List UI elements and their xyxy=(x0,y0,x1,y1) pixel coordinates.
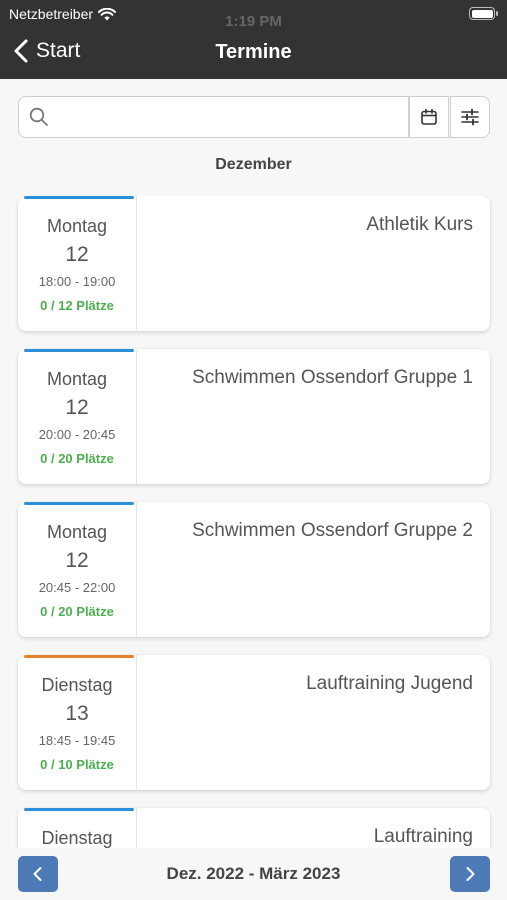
event-title: Athletik Kurs xyxy=(366,214,473,235)
event-time: 20:00 - 20:45 xyxy=(38,427,116,442)
event-date: Montag 12 20:00 - 20:45 0 / 20 Plätze xyxy=(18,349,137,484)
event-seats: 0 / 20 Plätze xyxy=(40,451,114,466)
chevron-right-icon xyxy=(466,867,475,881)
event-date: Montag 12 18:00 - 19:00 0 / 12 Plätze xyxy=(18,196,137,331)
pagination-bar: Dez. 2022 - März 2023 xyxy=(0,848,507,900)
date-range-label: Dez. 2022 - März 2023 xyxy=(166,864,341,883)
event-title: Schwimmen Ossendorf Gruppe 1 xyxy=(192,367,473,388)
event-title: Schwimmen Ossendorf Gruppe 2 xyxy=(192,520,473,541)
event-time: 18:00 - 19:00 xyxy=(38,274,116,289)
event-date-number: 12 xyxy=(65,549,89,572)
search-input[interactable] xyxy=(57,97,408,137)
month-header: Dezember xyxy=(215,156,292,173)
event-time: 18:45 - 19:45 xyxy=(38,733,116,748)
search-row xyxy=(18,96,490,138)
event-accent-bar xyxy=(24,502,134,505)
filter-button[interactable] xyxy=(450,96,490,138)
event-time: 20:45 - 22:00 xyxy=(38,580,116,595)
calendar-icon xyxy=(421,108,437,125)
event-seats: 0 / 20 Plätze xyxy=(40,604,114,619)
event-title: Lauftraining xyxy=(373,826,473,847)
event-seats: 0 / 10 Plätze xyxy=(40,757,114,772)
event-seats: 0 / 12 Plätze xyxy=(40,298,114,313)
status-time: 1:19 PM xyxy=(225,13,282,30)
event-accent-bar xyxy=(24,808,134,811)
event-card[interactable]: Dienstag Lauftraining xyxy=(18,808,490,848)
event-accent-bar xyxy=(24,349,134,352)
calendar-button[interactable] xyxy=(409,96,449,138)
event-date-number: 13 xyxy=(65,702,89,725)
event-accent-bar xyxy=(24,196,134,199)
event-date-number: 12 xyxy=(65,396,89,419)
event-day: Dienstag xyxy=(41,675,113,695)
event-date-number: 12 xyxy=(65,243,89,266)
page-title: Termine xyxy=(215,41,292,63)
event-day: Montag xyxy=(46,216,108,236)
top-bar: Netzbetreiber 1:19 PM Start Termine xyxy=(0,0,507,79)
search-box[interactable] xyxy=(18,96,409,138)
event-title: Lauftraining Jugend xyxy=(306,673,473,694)
event-date: Dienstag 13 18:45 - 19:45 0 / 10 Plätze xyxy=(18,655,137,790)
status-bar: Netzbetreiber 1:19 PM xyxy=(0,0,507,30)
event-card[interactable]: Montag 12 20:45 - 22:00 0 / 20 Plätze Sc… xyxy=(18,502,490,637)
event-card[interactable]: Montag 12 18:00 - 19:00 0 / 12 Plätze At… xyxy=(18,196,490,331)
next-range-button[interactable] xyxy=(450,856,490,892)
event-card[interactable]: Dienstag 13 18:45 - 19:45 0 / 10 Plätze … xyxy=(18,655,490,790)
event-date: Montag 12 20:45 - 22:00 0 / 20 Plätze xyxy=(18,502,137,637)
event-day: Montag xyxy=(46,369,108,389)
event-day: Dienstag xyxy=(41,828,113,848)
event-list: Montag 12 18:00 - 19:00 0 / 12 Plätze At… xyxy=(0,196,507,848)
event-date: Dienstag xyxy=(18,808,137,848)
battery-icon xyxy=(469,7,498,20)
sliders-icon xyxy=(461,108,479,126)
event-card[interactable]: Montag 12 20:00 - 20:45 0 / 20 Plätze Sc… xyxy=(18,349,490,484)
event-accent-bar xyxy=(24,655,134,658)
search-icon xyxy=(29,107,48,126)
event-day: Montag xyxy=(46,522,108,542)
nav-bar: Start Termine xyxy=(0,34,507,70)
